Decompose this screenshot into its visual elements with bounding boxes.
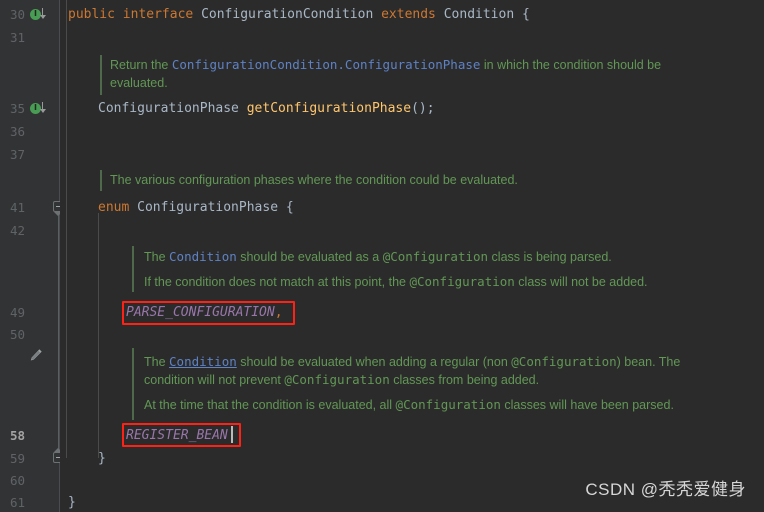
arrow-down-icon — [40, 102, 46, 115]
javadoc-line[interactable]: Return the ConfigurationCondition.Config… — [110, 57, 662, 73]
enum-name-configurationphase: ConfigurationPhase — [137, 200, 279, 215]
javadoc-line[interactable]: condition will not prevent @Configuratio… — [144, 372, 540, 388]
javadoc-text: Return the — [110, 58, 172, 72]
code-line-30[interactable]: public interface ConfigurationCondition … — [68, 8, 530, 22]
arrow-down-icon — [40, 8, 46, 21]
javadoc-marker-bar — [132, 246, 134, 292]
javadoc-line[interactable]: evaluated. — [110, 76, 168, 90]
enum-constant-parse-configuration: PARSE_CONFIGURATION — [126, 305, 275, 320]
comma: , — [274, 305, 283, 320]
javadoc-text: class is being parsed. — [488, 250, 612, 264]
line-number-42: 42 — [9, 223, 25, 238]
javadoc-line[interactable]: The Condition should be evaluated as a @… — [144, 249, 612, 265]
javadoc-code-configuration: @Configuration — [511, 354, 617, 369]
javadoc-marker-bar — [100, 55, 102, 95]
enum-constant-register-bean: REGISTER_BEAN — [126, 428, 228, 443]
keyword-extends: extends — [381, 7, 436, 22]
javadoc-text: in which the condition should be — [480, 58, 662, 72]
text-caret — [231, 426, 233, 443]
javadoc-text: class will not be added. — [514, 275, 648, 289]
line-number-41: 41 — [9, 200, 25, 215]
code-line-58[interactable]: REGISTER_BEAN — [126, 429, 228, 443]
csdn-watermark: CSDN @秃秃爱健身 — [585, 480, 746, 499]
javadoc-text: should be evaluated when adding a regula… — [236, 355, 512, 369]
line-number-59: 59 — [9, 451, 25, 466]
code-line-59[interactable]: } — [98, 452, 106, 466]
line-number-50: 50 — [9, 327, 25, 342]
close-brace: } — [98, 451, 106, 466]
keyword-enum: enum — [98, 200, 130, 215]
javadoc-text: should be evaluated as a — [236, 250, 383, 264]
supertype-name-condition: Condition — [443, 7, 515, 22]
line-number-35: 35 — [9, 101, 25, 116]
javadoc-text: evaluated. — [110, 76, 168, 90]
code-editor[interactable]: 30 31 35 36 37 41 42 49 50 58 59 60 61 I… — [0, 0, 764, 512]
javadoc-text: classes will have been parsed. — [500, 398, 674, 412]
method-name-getconfigurationphase: getConfigurationPhase — [246, 101, 412, 116]
javadoc-code-configuration: @Configuration — [382, 249, 489, 264]
javadoc-code-configuration: @Configuration — [409, 274, 515, 289]
javadoc-link-condition[interactable]: Condition — [169, 249, 237, 264]
line-number-37: 37 — [9, 147, 25, 162]
open-brace: { — [285, 200, 294, 215]
javadoc-line[interactable]: At the time that the condition is evalua… — [144, 397, 674, 413]
javadoc-text: ) bean. The — [616, 355, 681, 369]
line-number-58: 58 — [9, 428, 25, 443]
close-brace: } — [68, 495, 76, 510]
javadoc-text: The — [144, 250, 170, 264]
javadoc-text: If the condition does not match at this … — [144, 275, 410, 289]
indent-guide — [66, 0, 67, 458]
code-line-41[interactable]: enum ConfigurationPhase { — [98, 201, 294, 215]
javadoc-marker-bar — [100, 170, 102, 191]
line-number-36: 36 — [9, 124, 25, 139]
javadoc-text: classes from being added. — [389, 373, 540, 387]
line-number-61: 61 — [9, 495, 25, 510]
implemented-method-icon[interactable] — [30, 102, 46, 116]
javadoc-link-condition[interactable]: Condition — [169, 354, 237, 369]
fold-region-line — [58, 213, 59, 458]
implemented-method-icon[interactable] — [30, 8, 46, 22]
javadoc-text: condition will not prevent — [144, 373, 285, 387]
code-line-49[interactable]: PARSE_CONFIGURATION, — [126, 306, 283, 320]
method-signature-tail: (); — [411, 101, 435, 116]
javadoc-code-configuration: @Configuration — [395, 397, 501, 412]
open-brace: { — [522, 7, 530, 22]
edit-pencil-icon[interactable] — [28, 347, 44, 363]
javadoc-line[interactable]: The Condition should be evaluated when a… — [144, 354, 681, 370]
javadoc-text: The — [144, 355, 170, 369]
code-line-35[interactable]: ConfigurationPhase getConfigurationPhase… — [98, 102, 435, 116]
keyword-interface: interface — [122, 7, 194, 22]
javadoc-line[interactable]: The various configuration phases where t… — [110, 173, 518, 187]
type-name-configurationcondition: ConfigurationCondition — [201, 7, 374, 22]
line-number-30: 30 — [9, 7, 25, 22]
javadoc-marker-bar — [132, 348, 134, 420]
return-type-configurationphase: ConfigurationPhase — [98, 101, 239, 116]
code-text-area[interactable]: public interface ConfigurationCondition … — [60, 0, 764, 512]
javadoc-code-configuration: @Configuration — [284, 372, 390, 387]
javadoc-link-configurationphase[interactable]: ConfigurationCondition.ConfigurationPhas… — [172, 57, 481, 72]
line-number-60: 60 — [9, 473, 25, 488]
line-number-49: 49 — [9, 305, 25, 320]
javadoc-text: The various configuration phases where t… — [110, 173, 518, 187]
javadoc-text: At the time that the condition is evalua… — [144, 398, 396, 412]
line-number-31: 31 — [9, 30, 25, 45]
keyword-public: public — [68, 7, 115, 22]
javadoc-line[interactable]: If the condition does not match at this … — [144, 274, 648, 290]
code-line-61[interactable]: } — [68, 496, 76, 510]
editor-gutter[interactable]: 30 31 35 36 37 41 42 49 50 58 59 60 61 — [0, 0, 64, 512]
indent-guide — [98, 213, 99, 458]
